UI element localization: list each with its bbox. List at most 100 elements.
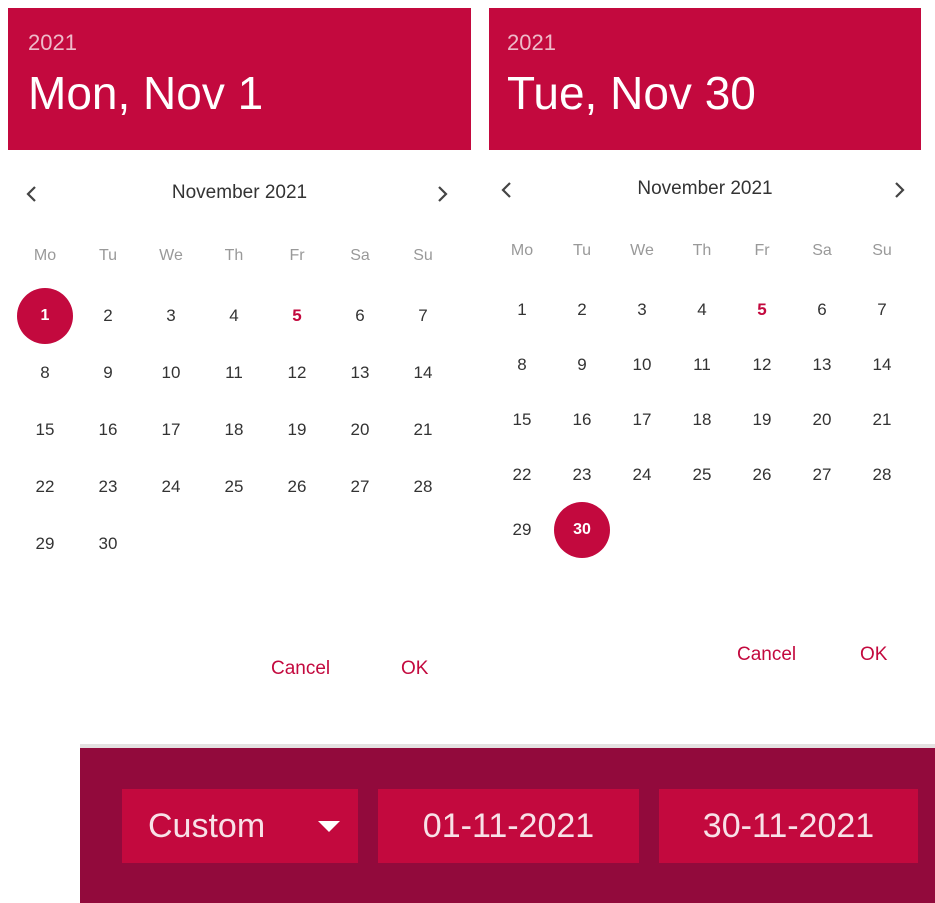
calendar-day[interactable]: 15 [494, 400, 550, 440]
calendar-day[interactable]: 11 [206, 353, 262, 393]
calendar-day[interactable]: 20 [332, 410, 388, 450]
calendar-day[interactable]: 2 [80, 296, 136, 336]
calendar-day[interactable]: 6 [332, 296, 388, 336]
calendar-day[interactable]: 27 [794, 455, 850, 495]
calendar-day-number: 18 [692, 410, 712, 429]
calendar-day[interactable]: 2 [554, 290, 610, 330]
calendar-day[interactable]: 10 [143, 353, 199, 393]
calendar-day[interactable]: 27 [332, 467, 388, 507]
calendar-day-number: 20 [350, 420, 370, 439]
calendar-day-number: 21 [413, 420, 433, 439]
calendar-day[interactable]: 10 [614, 345, 670, 385]
calendar-day-number: 24 [632, 465, 652, 484]
start-date-field[interactable]: 01-11-2021 [378, 789, 639, 863]
calendar-day[interactable]: 6 [794, 290, 850, 330]
calendar-day[interactable]: 9 [80, 353, 136, 393]
calendar-day-number: 6 [355, 306, 365, 325]
calendar-day-number: 2 [103, 306, 113, 325]
calendar-day-number: 1 [517, 300, 527, 319]
calendar-day[interactable]: 5 [269, 296, 325, 336]
calendar-day[interactable]: 15 [17, 410, 73, 450]
weekday-header: Su [872, 242, 892, 259]
calendar-day[interactable]: 16 [554, 400, 610, 440]
calendar-day[interactable]: 24 [614, 455, 670, 495]
start-date-picker: 2021 Mon, Nov 1 November 2021 Mo Tu We Th Fr… [8, 8, 471, 708]
header-year[interactable]: 2021 [28, 30, 77, 56]
calendar-day[interactable]: 22 [494, 455, 550, 495]
weekday-header: Fr [289, 247, 305, 264]
calendar-day[interactable]: 1 [17, 288, 73, 344]
calendar-day[interactable]: 1 [494, 290, 550, 330]
calendar-day[interactable]: 25 [674, 455, 730, 495]
calendar-day-number: 11 [225, 363, 243, 382]
calendar-day[interactable]: 12 [734, 345, 790, 385]
calendar-day[interactable]: 3 [614, 290, 670, 330]
calendar-day[interactable]: 13 [794, 345, 850, 385]
calendar-day[interactable]: 11 [674, 345, 730, 385]
header-year[interactable]: 2021 [507, 30, 556, 56]
end-date-picker: 2021 Tue, Nov 30 November 2021 Mo Tu We Th F… [489, 8, 921, 698]
calendar-day-number: 28 [872, 465, 892, 484]
calendar-day-number: 22 [512, 465, 532, 484]
calendar-day-number: 12 [287, 363, 307, 382]
range-dropdown[interactable]: Custom [122, 789, 358, 863]
calendar-day[interactable]: 5 [734, 290, 790, 330]
cancel-button[interactable]: Cancel [271, 658, 330, 680]
calendar-day[interactable]: 30 [554, 502, 610, 558]
calendar-day[interactable]: 30 [80, 524, 136, 564]
calendar-day[interactable]: 14 [854, 345, 910, 385]
calendar-day[interactable]: 28 [395, 467, 451, 507]
weekday-header: Th [692, 242, 712, 259]
calendar-day[interactable]: 14 [395, 353, 451, 393]
calendar-day[interactable]: 18 [674, 400, 730, 440]
calendar-day[interactable]: 29 [17, 524, 73, 564]
calendar-day[interactable]: 8 [494, 345, 550, 385]
next-month-button[interactable] [430, 180, 454, 208]
cancel-button[interactable]: Cancel [737, 644, 796, 666]
calendar-day[interactable]: 12 [269, 353, 325, 393]
calendar-day[interactable]: 23 [554, 455, 610, 495]
calendar-day-number: 9 [103, 363, 113, 382]
calendar-day[interactable]: 3 [143, 296, 199, 336]
calendar-day-number: 27 [812, 465, 832, 484]
calendar-day[interactable]: 23 [80, 467, 136, 507]
calendar-day[interactable]: 18 [206, 410, 262, 450]
date-filter-bar: Custom 01-11-2021 30-11-2021 [80, 748, 935, 903]
calendar-day-number: 16 [98, 420, 118, 439]
calendar-day[interactable]: 26 [269, 467, 325, 507]
calendar-day[interactable]: 19 [269, 410, 325, 450]
weekday-header: We [159, 247, 183, 264]
calendar-day[interactable]: 24 [143, 467, 199, 507]
calendar-day[interactable]: 16 [80, 410, 136, 450]
calendar-day[interactable]: 21 [854, 400, 910, 440]
calendar-day[interactable]: 4 [206, 296, 262, 336]
calendar-day-number: 8 [40, 363, 50, 382]
calendar-day-number: 29 [35, 534, 55, 553]
calendar-day[interactable]: 8 [17, 353, 73, 393]
calendar-day-number: 4 [697, 300, 707, 319]
calendar-day[interactable]: 13 [332, 353, 388, 393]
calendar-day[interactable]: 4 [674, 290, 730, 330]
ok-button[interactable]: OK [860, 644, 887, 666]
calendar-day-number: 15 [35, 420, 55, 439]
calendar-day[interactable]: 29 [494, 510, 550, 550]
calendar-day[interactable]: 25 [206, 467, 262, 507]
calendar-day[interactable]: 26 [734, 455, 790, 495]
calendar-day[interactable]: 19 [734, 400, 790, 440]
calendar-day[interactable]: 17 [614, 400, 670, 440]
ok-button[interactable]: OK [401, 658, 428, 680]
calendar-day[interactable]: 20 [794, 400, 850, 440]
caret-down-icon [318, 821, 340, 832]
calendar-day[interactable]: 22 [17, 467, 73, 507]
end-date-field[interactable]: 30-11-2021 [659, 789, 918, 863]
calendar-day[interactable]: 28 [854, 455, 910, 495]
calendar-day[interactable]: 7 [854, 290, 910, 330]
header-selected-date[interactable]: Tue, Nov 30 [507, 66, 756, 120]
calendar-day-number: 7 [418, 306, 428, 325]
calendar-day[interactable]: 21 [395, 410, 451, 450]
calendar-day[interactable]: 17 [143, 410, 199, 450]
next-month-button[interactable] [887, 176, 911, 204]
calendar-day[interactable]: 7 [395, 296, 451, 336]
calendar-day[interactable]: 9 [554, 345, 610, 385]
header-selected-date[interactable]: Mon, Nov 1 [28, 66, 263, 120]
